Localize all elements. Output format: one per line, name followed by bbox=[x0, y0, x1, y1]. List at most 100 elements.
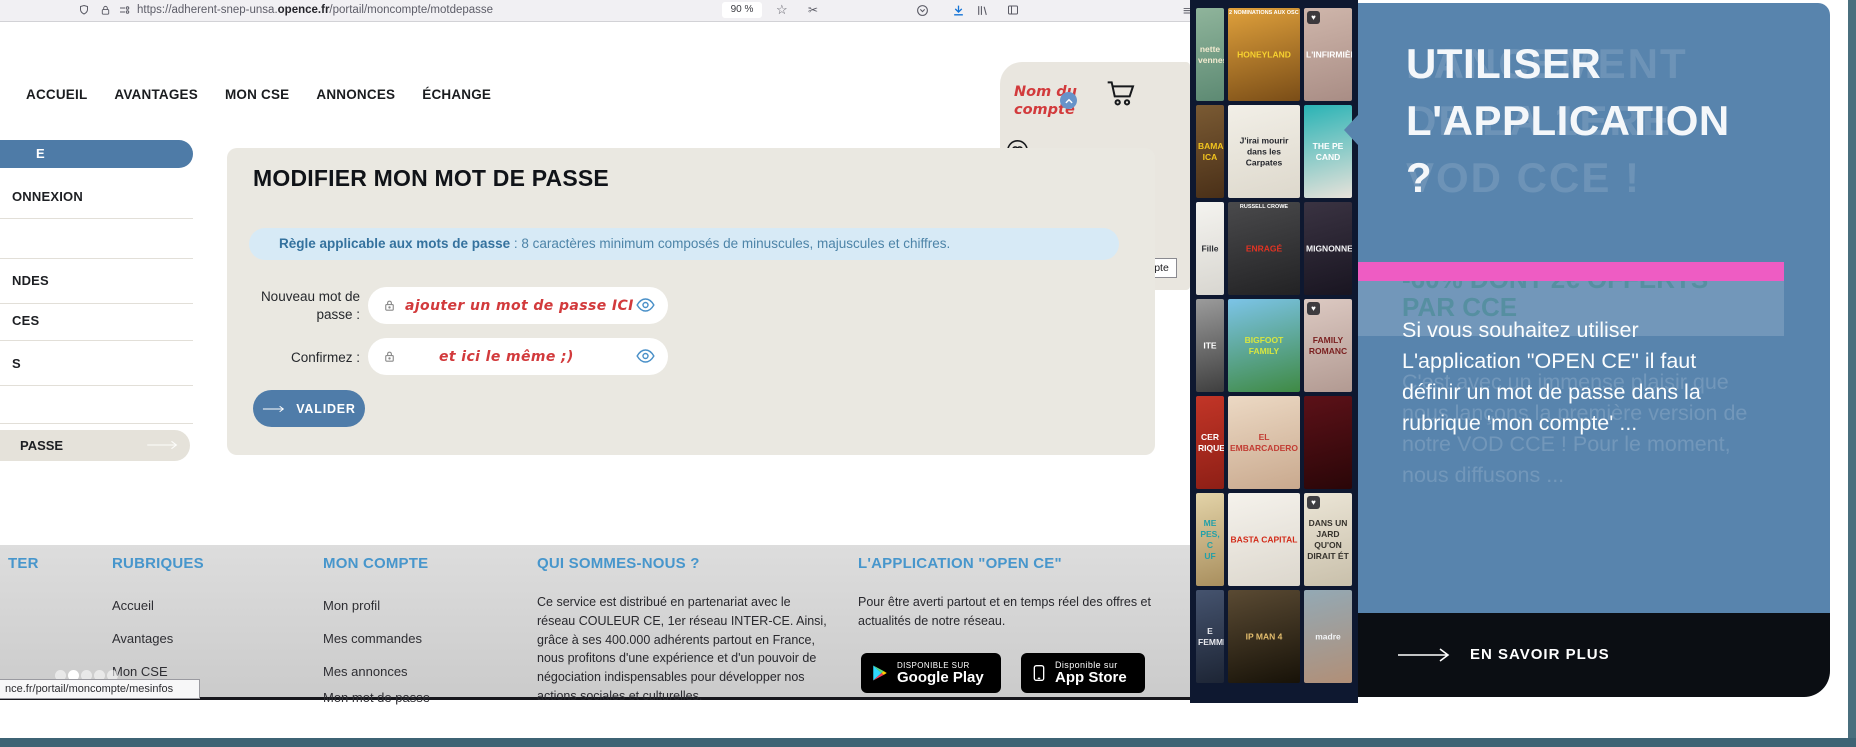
divider bbox=[0, 218, 193, 219]
shield-icon[interactable] bbox=[78, 1, 90, 19]
movie-poster[interactable]: MIGNONNES bbox=[1304, 202, 1352, 295]
poster-title: MIGNONNES bbox=[1306, 242, 1352, 253]
poster-title: ME PES, C UF bbox=[1200, 517, 1220, 561]
status-bar-link-preview: nce.fr/portail/moncompte/mesinfos bbox=[0, 679, 200, 699]
poster-title: EL EMBARCADERO bbox=[1230, 431, 1298, 453]
nav-item-mon-cse[interactable]: MON CSE bbox=[225, 87, 289, 102]
movie-poster[interactable]: EL EMBARCADERO bbox=[1228, 396, 1300, 489]
sidebar-item-mot-de-passe[interactable]: PASSE bbox=[0, 430, 190, 461]
arrow-right-icon bbox=[263, 405, 285, 412]
poster-subtitle: 2 NOMINATIONS AUX OSCARS bbox=[1229, 10, 1299, 16]
movie-poster[interactable]: FAMILY ROMANC ♥ bbox=[1304, 299, 1352, 392]
nav-item-echange[interactable]: ÉCHANGE bbox=[422, 87, 491, 102]
movie-poster[interactable] bbox=[1304, 396, 1352, 489]
sidebar-item-commandes[interactable]: NDES bbox=[12, 273, 49, 288]
footer-partial-heading: TER bbox=[8, 555, 39, 572]
download-icon[interactable] bbox=[952, 1, 965, 19]
nav-item-accueil[interactable]: ACCUEIL bbox=[26, 87, 87, 102]
poster-title: madre bbox=[1315, 630, 1341, 641]
cart-icon[interactable] bbox=[1103, 77, 1139, 114]
permissions-icon[interactable] bbox=[118, 1, 131, 19]
page-zoom-indicator[interactable]: 90 % bbox=[722, 2, 762, 18]
wishlist-heart-icon[interactable]: ♥ bbox=[1307, 11, 1320, 24]
wishlist-heart-icon[interactable]: ♥ bbox=[1307, 302, 1320, 315]
movie-poster[interactable]: madre bbox=[1304, 590, 1352, 683]
movie-poster[interactable]: J'irai mourir dans les Carpates bbox=[1228, 105, 1300, 198]
library-icon[interactable] bbox=[976, 1, 989, 19]
poster-title: DANS UN JARD QU'ON DIRAIT ÉT bbox=[1307, 517, 1349, 561]
screenshot-scissors-icon[interactable]: ✂ bbox=[808, 1, 818, 19]
new-password-input[interactable]: ajouter un mot de passe ICI bbox=[368, 287, 668, 324]
sidebar-item-connexion[interactable]: ONNEXION bbox=[12, 189, 83, 204]
movie-poster[interactable]: L'INFIRMIÈRE ♥ bbox=[1304, 8, 1352, 101]
nav-item-annonces[interactable]: ANNONCES bbox=[316, 87, 395, 102]
footer-link-mon-profil[interactable]: Mon profil bbox=[323, 598, 380, 613]
google-play-icon bbox=[873, 665, 887, 681]
show-password-eye-icon[interactable] bbox=[635, 295, 656, 315]
browser-toolbar: https://adherent-snep-unsa.opence.fr/por… bbox=[0, 0, 1191, 22]
confirm-password-input[interactable]: et ici le même ;) bbox=[368, 338, 668, 375]
wishlist-heart-icon[interactable]: ♥ bbox=[1307, 496, 1320, 509]
footer-link-mot-de-passe[interactable]: Mon mot de passe bbox=[323, 690, 430, 705]
footer-link-accueil[interactable]: Accueil bbox=[112, 598, 154, 613]
footer-link-mes-annonces[interactable]: Mes annonces bbox=[323, 664, 408, 679]
password-form-card: MODIFIER MON MOT DE PASSE Règle applicab… bbox=[227, 148, 1155, 455]
poster-title: BAMAKO ICA bbox=[1198, 140, 1224, 162]
footer-link-mes-commandes[interactable]: Mes commandes bbox=[323, 631, 422, 646]
sidebar-active-item[interactable]: E bbox=[0, 140, 193, 168]
chevron-up-icon[interactable] bbox=[1060, 92, 1077, 109]
poster-title: E FEMME bbox=[1198, 625, 1224, 647]
show-password-eye-icon[interactable] bbox=[635, 346, 656, 366]
movie-poster[interactable]: BASTA CAPITAL bbox=[1228, 493, 1300, 586]
movie-poster[interactable]: BAMAKO ICA bbox=[1196, 105, 1224, 198]
movie-poster[interactable]: BIGFOOT FAMILY bbox=[1228, 299, 1300, 392]
nav-item-avantages[interactable]: AVANTAGES bbox=[114, 87, 198, 102]
poster-title: ITE bbox=[1203, 339, 1217, 350]
movie-poster[interactable]: 2 NOMINATIONS AUX OSCARS HONEYLAND bbox=[1228, 8, 1300, 101]
poster-title: J'irai mourir dans les Carpates bbox=[1239, 134, 1289, 168]
sidebar-item-partial[interactable]: S bbox=[12, 356, 21, 371]
footer-link-avantages[interactable]: Avantages bbox=[112, 631, 173, 646]
poster-row: ITE BIGFOOT FAMILY FAMILY ROMANC ♥ bbox=[1196, 299, 1352, 392]
divider bbox=[0, 340, 193, 341]
badge-bottom-text: Google Play bbox=[897, 668, 984, 686]
poster-title: ENRAGÉ bbox=[1245, 242, 1283, 253]
bookmark-star-icon[interactable]: ☆ bbox=[776, 1, 788, 19]
google-play-badge[interactable]: DISPONIBLE SUR Google Play bbox=[861, 653, 1001, 693]
site-footer: TER RUBRIQUES Accueil Avantages Mon CSE … bbox=[0, 545, 1196, 705]
movie-poster[interactable]: CER RIQUE bbox=[1196, 396, 1224, 489]
poster-row: ME PES, C UF BASTA CAPITAL DANS UN JARD QU… bbox=[1196, 493, 1352, 586]
movie-poster[interactable]: E FEMME bbox=[1196, 590, 1224, 683]
divider bbox=[0, 385, 193, 386]
movie-poster[interactable]: RUSSELL CROWE ENRAGÉ bbox=[1228, 202, 1300, 295]
movie-poster[interactable]: Fille bbox=[1196, 202, 1224, 295]
poster-row: CER RIQUE EL EMBARCADERO bbox=[1196, 396, 1352, 489]
movie-poster[interactable]: IP MAN 4 bbox=[1228, 590, 1300, 683]
sidebar-item-annonces[interactable]: CES bbox=[12, 313, 39, 328]
poster-title: BASTA CAPITAL bbox=[1230, 533, 1298, 544]
poster-title: Fille bbox=[1201, 242, 1219, 253]
footer-rubriques-heading: RUBRIQUES bbox=[112, 555, 204, 572]
pocket-icon[interactable] bbox=[916, 1, 929, 19]
poster-title: CER RIQUE bbox=[1198, 431, 1224, 453]
app-store-badge[interactable]: Disponible sur App Store bbox=[1021, 653, 1145, 693]
movie-poster[interactable]: ME PES, C UF bbox=[1196, 493, 1224, 586]
movie-poster[interactable]: DANS UN JARD QU'ON DIRAIT ÉT ♥ bbox=[1304, 493, 1352, 586]
url-bar[interactable]: https://adherent-snep-unsa.opence.fr/por… bbox=[137, 4, 493, 16]
movie-poster[interactable]: ITE bbox=[1196, 299, 1224, 392]
valider-button[interactable]: VALIDER bbox=[253, 390, 365, 427]
right-edge-strip bbox=[1848, 0, 1856, 747]
movie-poster[interactable]: nette vennes bbox=[1196, 8, 1224, 101]
footer-link-mon-cse[interactable]: Mon CSE bbox=[112, 664, 168, 679]
footer-about-text: Ce service est distribué en partenariat … bbox=[537, 595, 827, 703]
poster-title: FAMILY ROMANC bbox=[1308, 334, 1348, 356]
poster-title: BIGFOOT FAMILY bbox=[1244, 334, 1284, 356]
poster-row: nette vennes 2 NOMINATIONS AUX OSCARS HONE… bbox=[1196, 8, 1352, 101]
poster-title: L'INFIRMIÈRE bbox=[1306, 48, 1352, 59]
en-savoir-plus-button[interactable]: EN SAVOIR PLUS bbox=[1358, 613, 1830, 697]
sidebar-toggle-icon[interactable] bbox=[1006, 1, 1020, 19]
lock-icon[interactable] bbox=[100, 1, 111, 19]
footer-app-heading: L'APPLICATION "OPEN CE" bbox=[858, 555, 1062, 572]
badge-bottom-text: App Store bbox=[1055, 669, 1127, 687]
promo-panel: LANCEMENT DE LA 1ERE VOD CCE ! UTILISER … bbox=[1358, 3, 1830, 613]
